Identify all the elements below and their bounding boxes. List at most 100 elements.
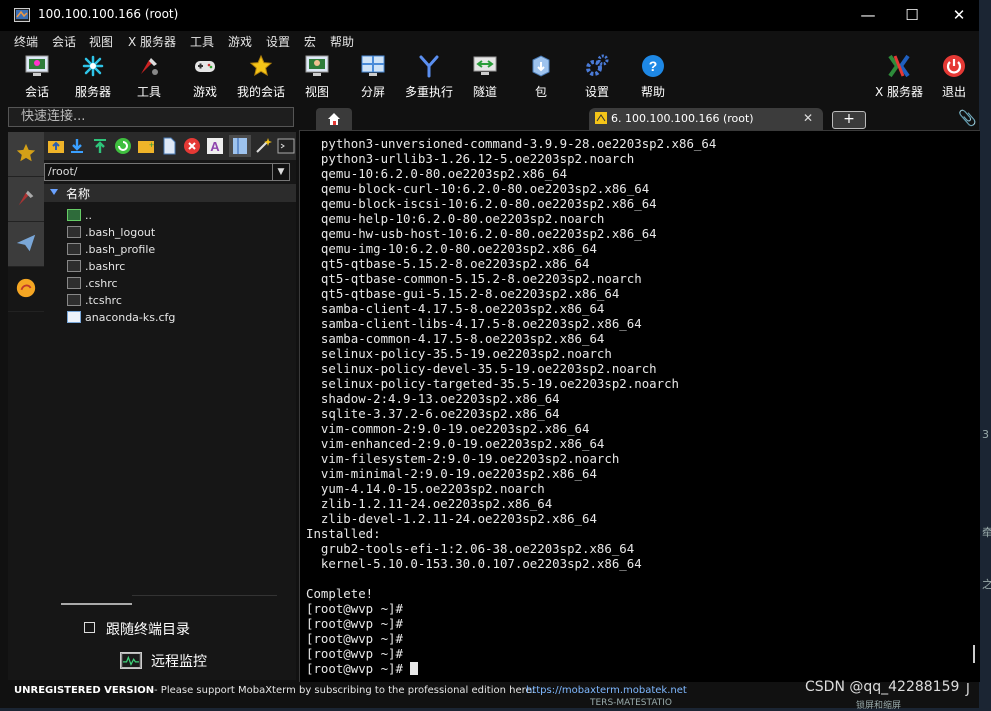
new-tab-button[interactable]: +	[832, 111, 866, 129]
text-file-icon	[67, 311, 81, 323]
background-text: J	[966, 682, 970, 697]
close-window-button[interactable]: ✕	[937, 0, 981, 31]
menu-session[interactable]: 会话	[52, 33, 76, 50]
sidebar-tab-sessions[interactable]	[8, 132, 44, 177]
new-file-icon[interactable]	[160, 137, 178, 155]
app-icon	[14, 8, 30, 22]
csdn-watermark: CSDN @qq_42288159	[805, 679, 960, 695]
package-icon	[532, 55, 550, 77]
magic-wand-icon[interactable]	[254, 137, 272, 155]
terminal-line: grub2-tools-efi-1:2.06-38.oe2203sp2.x86_…	[320, 541, 635, 556]
sftp-path-field[interactable]: /root/ ▼	[44, 163, 290, 181]
file-column-header[interactable]: 名称	[44, 184, 296, 202]
column-name-label: 名称	[66, 187, 91, 201]
title-bar: 100.100.100.166 (root) — ☐ ✕	[0, 0, 979, 31]
session-tab[interactable]: 6. 100.100.100.166 (root) ✕	[589, 108, 823, 130]
terminal-line: [root@wvp ~]#	[306, 616, 403, 631]
file-name: .cshrc	[85, 277, 118, 290]
menu-view[interactable]: 视图	[89, 33, 113, 50]
new-folder-icon[interactable]: +	[137, 137, 155, 155]
terminal-line: qemu-img-10:6.2.0-80.oe2203sp2.x86_64	[320, 241, 597, 256]
background-text: 3	[982, 428, 989, 441]
terminal-line: vim-filesystem-2:9.0-19.oe2203sp2.noarch	[320, 451, 620, 466]
terminal-line: [root@wvp ~]#	[306, 601, 403, 616]
quick-connect-placeholder: 快速连接...	[21, 109, 86, 124]
terminal-prompt: [root@wvp ~]#	[306, 661, 411, 676]
terminal-line: qt5-qtbase-common-5.15.2-8.oe2203sp2.noa…	[320, 271, 642, 286]
menu-xserver[interactable]: X 服务器	[128, 33, 176, 50]
exit-label: 退出	[941, 85, 966, 99]
terminal-line: vim-common-2:9.0-19.oe2203sp2.x86_64	[320, 421, 590, 436]
terminal-line: selinux-policy-35.5-19.oe2203sp2.noarch	[320, 346, 612, 361]
svg-text:+: +	[149, 140, 154, 150]
delete-icon[interactable]	[183, 137, 201, 155]
menu-macros[interactable]: 宏	[304, 33, 316, 50]
file-icon	[67, 294, 81, 306]
games-icon	[195, 61, 215, 72]
file-icon	[67, 243, 81, 255]
menu-games[interactable]: 游戏	[228, 33, 252, 50]
star-icon	[249, 54, 273, 77]
exit-button[interactable]: 退出	[926, 51, 982, 105]
sidebar-vertical-tabs	[8, 132, 44, 680]
window-title: 100.100.100.166 (root)	[38, 7, 179, 21]
follow-terminal-label: 跟随终端目录	[106, 622, 190, 638]
menu-tools[interactable]: 工具	[190, 33, 214, 50]
background-text: 之	[982, 578, 991, 591]
sftp-globe-icon	[16, 278, 36, 298]
terminal-line: Installed:	[306, 526, 381, 541]
quick-connect-input[interactable]: 快速连接...	[8, 107, 294, 127]
download-icon[interactable]	[68, 137, 86, 155]
file-icon	[67, 226, 81, 238]
minimize-button[interactable]: —	[846, 0, 890, 31]
terminal-line: kernel-5.10.0-153.30.0.107.oe2203sp2.x86…	[320, 556, 642, 571]
parent-folder-icon[interactable]	[47, 137, 65, 155]
home-tab[interactable]	[316, 108, 352, 130]
paper-plane-icon	[16, 234, 36, 252]
sidebar-tab-tools[interactable]	[8, 177, 44, 222]
tools-icon	[141, 58, 158, 75]
sftp-toolbar: + A	[44, 132, 296, 160]
terminal-line: Complete!	[306, 586, 374, 601]
help-button[interactable]: ? 帮助	[625, 51, 681, 105]
horizontal-scrollbar[interactable]	[61, 603, 132, 605]
menu-bar: 终端 会话 视图 X 服务器 工具 游戏 设置 宏 帮助	[0, 31, 979, 51]
chevron-down-icon[interactable]: ▼	[272, 164, 289, 180]
file-name: .bashrc	[85, 260, 126, 273]
terminal-area[interactable]: python3-unversioned-command-3.9.9-28.oe2…	[299, 130, 980, 682]
session-tab-bar: 6. 100.100.100.166 (root) ✕ + 📎	[298, 106, 979, 130]
sidebar-tab-sftp[interactable]	[8, 267, 44, 312]
remote-monitoring-label: 远程监控	[151, 654, 207, 670]
terminal-line: sqlite-3.37.2-6.oe2203sp2.x86_64	[320, 406, 560, 421]
terminal-scrollbar[interactable]	[973, 645, 975, 663]
rename-icon[interactable]: A	[206, 137, 224, 155]
view-icon	[305, 55, 329, 76]
support-message: - Please support MobaXterm by subscribin…	[154, 685, 536, 696]
refresh-icon[interactable]	[114, 137, 132, 155]
terminal-output: python3-unversioned-command-3.9.9-28.oe2…	[306, 136, 716, 676]
terminal-line: qt5-qtbase-gui-5.15.2-8.oe2203sp2.x86_64	[320, 286, 620, 301]
terminal-line: selinux-policy-targeted-35.5-19.oe2203sp…	[320, 376, 679, 391]
background-text: 牵	[982, 526, 991, 539]
menu-settings[interactable]: 设置	[266, 33, 290, 50]
paperclip-icon[interactable]: 📎	[958, 109, 977, 127]
file-name: anaconda-ks.cfg	[85, 311, 176, 324]
close-tab-icon[interactable]: ✕	[803, 111, 813, 125]
terminal-line: yum-4.14.0-15.oe2203sp2.noarch	[320, 481, 545, 496]
upload-icon[interactable]	[91, 137, 109, 155]
checkbox-icon[interactable]	[84, 622, 95, 633]
terminal-icon[interactable]	[277, 137, 295, 155]
columns-view-icon[interactable]	[229, 135, 251, 157]
sidebar-tab-macros[interactable]	[8, 222, 44, 267]
file-icon	[67, 277, 81, 289]
terminal-line: qemu-hw-usb-host-10:6.2.0-80.oe2203sp2.x…	[320, 226, 657, 241]
maximize-button[interactable]: ☐	[890, 0, 934, 31]
menu-help[interactable]: 帮助	[330, 33, 354, 50]
menu-terminal[interactable]: 终端	[14, 33, 38, 50]
terminal-line: vim-minimal-2:9.0-19.oe2203sp2.x86_64	[320, 466, 597, 481]
terminal-line: python3-urllib3-1.26.12-5.oe2203sp2.noar…	[320, 151, 635, 166]
parent-dir-icon	[67, 209, 81, 221]
terminal-line: [root@wvp ~]#	[306, 631, 403, 646]
terminal-line: samba-client-4.17.5-8.oe2203sp2.x86_64	[320, 301, 605, 316]
terminal-tab-icon	[595, 112, 607, 124]
